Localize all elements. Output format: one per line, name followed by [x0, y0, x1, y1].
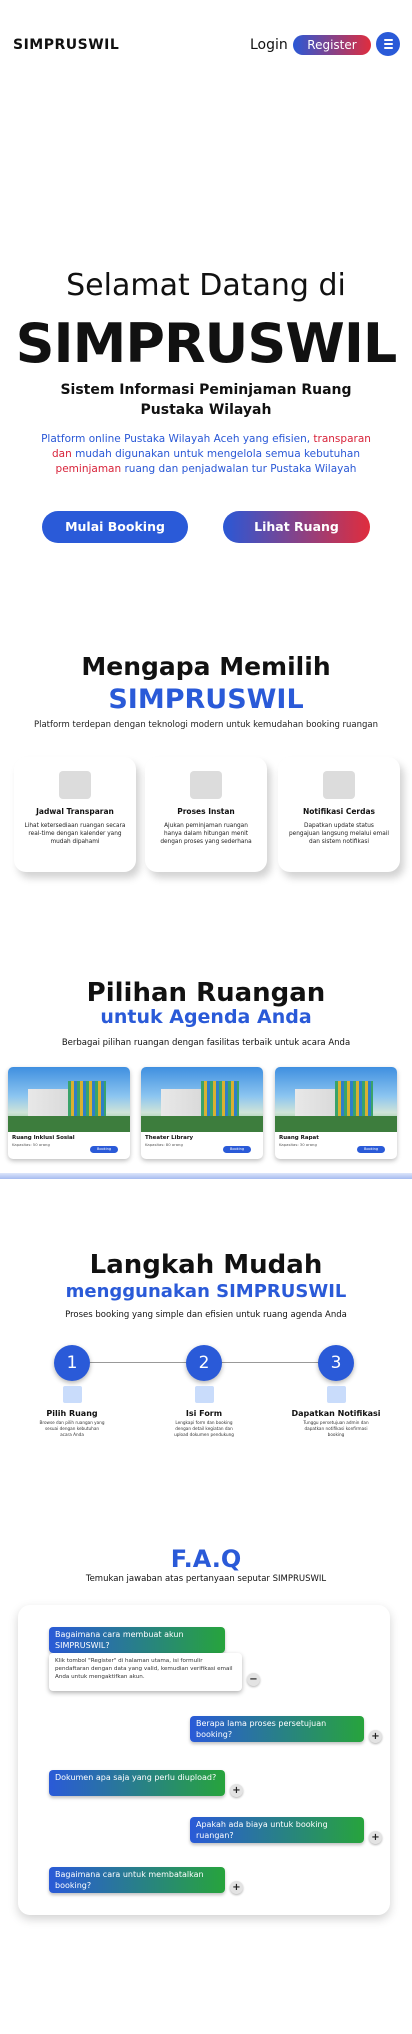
faq-question[interactable]: Berapa lama proses persetujuan booking?	[190, 1716, 364, 1742]
hero-desc-c: mudah digunakan untuk mengelola semua ke…	[71, 448, 360, 460]
hero-title-top: Selamat Datang di	[66, 268, 346, 303]
feature-title: Jadwal Transparan	[36, 807, 114, 816]
room-image	[141, 1067, 263, 1132]
hero-subtitle: Sistem Informasi Peminjaman Ruang Pustak…	[60, 382, 352, 418]
room-booking-button[interactable]: Booking	[90, 1146, 118, 1153]
feature-card: Jadwal Transparan Lihat ketersediaan rua…	[14, 757, 136, 872]
hero-title-main: SIMPRUSWIL	[15, 312, 398, 375]
why-title-brand: SIMPRUSWIL	[108, 684, 304, 715]
room-image	[275, 1067, 397, 1132]
room-image	[8, 1067, 130, 1132]
why-description: Platform terdepan dengan teknologi moder…	[33, 720, 379, 730]
collapse-icon[interactable]: −	[247, 1673, 260, 1686]
section-divider	[0, 1173, 412, 1179]
feature-desc: Dapatkan update status pengajuan langsun…	[288, 823, 389, 845]
feature-card: Proses Instan Ajukan peminjaman ruangan …	[145, 757, 267, 872]
start-booking-button[interactable]: Mulai Booking	[42, 511, 188, 543]
feature-title: Notifikasi Cerdas	[302, 807, 376, 816]
faq-title: F.A.Q	[170, 1545, 242, 1573]
faq-question[interactable]: Dokumen apa saja yang perlu diupload?	[49, 1770, 225, 1796]
room-card[interactable]: Ruang Rapat Kapasitas: 30 orang Booking	[275, 1067, 397, 1159]
step-number: 3	[318, 1345, 354, 1381]
room-name: Ruang Inklusi Sosial	[12, 1135, 75, 1141]
expand-icon[interactable]: +	[230, 1881, 243, 1894]
faq-question[interactable]: Apakah ada biaya untuk booking ruangan?	[190, 1817, 364, 1843]
faq-description: Temukan jawaban atas pertanyaan seputar …	[85, 1574, 327, 1584]
steps-subtitle: menggunakan SIMPRUSWIL	[65, 1281, 347, 1302]
lightning-icon	[190, 771, 222, 799]
view-rooms-button[interactable]: Lihat Ruang	[223, 511, 370, 543]
hamburger-menu-icon[interactable]	[376, 32, 400, 56]
page: SIMPRUSWIL Login Register Selamat Datang…	[0, 0, 412, 2034]
register-button[interactable]: Register	[293, 35, 371, 55]
step-title: Dapatkan Notifikasi	[291, 1409, 381, 1418]
form-icon	[195, 1386, 214, 1403]
expand-icon[interactable]: +	[369, 1831, 382, 1844]
step-title: Pilih Ruang	[46, 1409, 98, 1418]
steps-description: Proses booking yang simple dan efisien u…	[65, 1310, 347, 1320]
login-link[interactable]: Login	[250, 37, 288, 53]
room-capacity: Kapasitas: 80 orang	[145, 1142, 183, 1147]
room-card[interactable]: Theater Library Kapasitas: 80 orang Book…	[141, 1067, 263, 1159]
hero-desc-a: Platform online Pustaka Wilayah Aceh yan…	[41, 433, 314, 445]
header: SIMPRUSWIL Login Register	[0, 0, 412, 90]
room-capacity: Kapasitas: 30 orang	[279, 1142, 317, 1147]
hero-desc-d: peminjaman	[55, 463, 122, 475]
expand-icon[interactable]: +	[230, 1784, 243, 1797]
feature-desc: Lihat ketersediaan ruangan secara real-t…	[24, 823, 126, 845]
step-title: Isi Form	[185, 1409, 223, 1418]
expand-icon[interactable]: +	[369, 1730, 382, 1743]
room-icon	[63, 1386, 82, 1403]
hero-desc-e: ruang dan penjadwalan tur Pustaka Wilaya…	[121, 463, 357, 475]
rooms-title: Pilihan Ruangan	[86, 978, 326, 1008]
room-card[interactable]: Ruang Inklusi Sosial Kapasitas: 50 orang…	[8, 1067, 130, 1159]
bell-icon	[323, 771, 355, 799]
step-desc: Tunggu persetujuan admin dan dapatkan no…	[303, 1420, 369, 1437]
feature-card: Notifikasi Cerdas Dapatkan update status…	[278, 757, 400, 872]
steps-title: Langkah Mudah	[89, 1250, 323, 1280]
feature-desc: Ajukan peminjaman ruangan hanya dalam hi…	[160, 823, 252, 845]
notification-icon	[327, 1386, 346, 1403]
rooms-description: Berbagai pilihan ruangan dengan fasilita…	[61, 1038, 351, 1048]
room-capacity: Kapasitas: 50 orang	[12, 1142, 50, 1147]
room-name: Ruang Rapat	[279, 1135, 319, 1141]
step-number: 2	[186, 1345, 222, 1381]
hero-description: Platform online Pustaka Wilayah Aceh yan…	[32, 432, 380, 477]
rooms-subtitle: untuk Agenda Anda	[100, 1006, 312, 1028]
faq-question[interactable]: Bagaimana cara membuat akun SIMPRUSWIL?	[49, 1627, 225, 1653]
step-number: 1	[54, 1345, 90, 1381]
feature-title: Proses Instan	[177, 807, 235, 816]
logo[interactable]: SIMPRUSWIL	[13, 37, 119, 53]
step-desc: Browse dan pilih ruangan yang sesuai den…	[39, 1420, 105, 1437]
faq-question[interactable]: Bagaimana cara untuk membatalkan booking…	[49, 1867, 225, 1893]
calendar-icon	[59, 771, 91, 799]
room-name: Theater Library	[145, 1135, 194, 1141]
why-title: Mengapa Memilih	[81, 652, 331, 681]
step-desc: Lengkapi form dan booking dengan detail …	[174, 1420, 234, 1437]
room-booking-button[interactable]: Booking	[357, 1146, 385, 1153]
room-booking-button[interactable]: Booking	[223, 1146, 251, 1153]
faq-answer: Klik tombol "Register" di halaman utama,…	[49, 1653, 242, 1691]
